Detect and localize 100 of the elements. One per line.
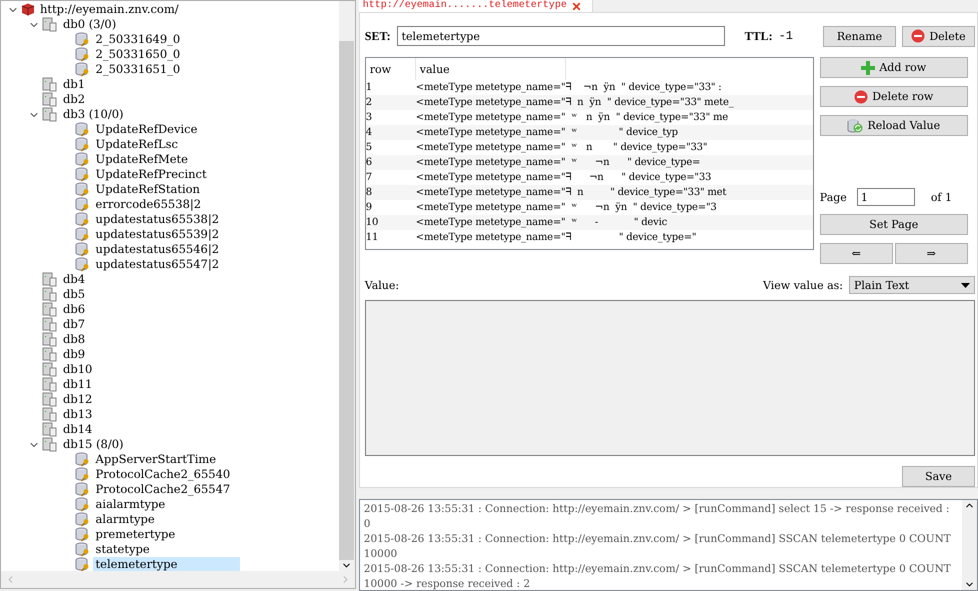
tree-item[interactable]: db15 (8/0) [60,437,128,452]
row-number: 2 [366,97,373,108]
tree-item[interactable]: db10 [60,362,96,377]
action-button[interactable]: Reload Value [820,115,968,136]
scrollbar-thumb[interactable] [339,41,354,560]
database-key-icon [74,527,91,542]
tree-item[interactable]: db12 [60,392,96,407]
log-entry: 2015-08-26 13:55:31 : Connection: http://eyemain.znv.com/ > [runCommand] SSCAN telemetertype 0 COUNT 10000 -> response received : 2 [364,562,952,590]
server-icon [42,437,58,452]
page-total: of 1 [930,190,952,204]
tree-item[interactable]: db5 [60,287,90,302]
action-button[interactable]: Delete row [820,86,968,107]
server-icon [42,17,58,32]
value-cell: <meteType metetype_name=" ʷ - " devic [416,217,667,228]
value-cell: <meteType metetype_name="ᖷ " device_type=" [416,232,696,243]
database-key-icon [74,227,91,242]
tree-item[interactable]: db7 [60,317,90,332]
tree-item[interactable]: aialarmtype [92,497,170,512]
tree-item[interactable]: ProtocolCache2_65547 [92,482,234,497]
tree-item[interactable]: alarmtype [92,512,159,527]
key-name-field[interactable]: telemetertype [396,26,725,46]
server-icon [42,272,58,287]
database-key-icon [74,167,91,182]
server-icon [42,377,58,392]
tree-item[interactable]: updatestatus65538|2 [92,212,224,227]
tree-item[interactable]: db3 (10/0) [60,107,128,122]
tree-item[interactable]: db9 [60,347,90,362]
action-button[interactable]: Add row [820,57,968,78]
value-cell: <meteType metetype_name=" ʷ ¬n " device_type= [416,157,700,168]
database-key-icon [74,32,91,47]
tree-item[interactable]: db11 [60,377,96,392]
row-number: 11 [366,232,380,243]
tree-item[interactable]: 2_50331651_0 [92,62,184,77]
database-key-icon [74,542,91,557]
save-button[interactable]: Save [902,466,975,487]
tree-item[interactable]: AppServerStartTime [92,452,220,467]
tree-item[interactable]: UpdateRefLsc [92,137,182,152]
tree-item[interactable]: db0 (3/0) [60,17,120,32]
value-cell: <meteType metetype_name=" ʷ ¬n ÿn " device_type="3 [416,202,717,213]
tree-item[interactable]: UpdateRefStation [92,182,204,197]
remove-icon [911,29,926,43]
tree-item[interactable]: db14 [60,422,96,437]
ttl-value: -1 [778,29,793,43]
tree-item[interactable]: db4 [60,272,90,287]
row-number: 5 [366,142,373,153]
view-as-dropdown[interactable]: Plain Text [849,276,975,294]
action-button[interactable]: Delete [902,26,975,46]
tree-item[interactable]: ProtocolCache2_65540 [92,467,234,482]
database-key-icon [74,452,91,467]
set-page-button[interactable]: Set Page [820,214,968,235]
server-icon [42,347,58,362]
tree-item[interactable]: UpdateRefPrecinct [92,167,211,182]
server-icon [42,392,58,407]
database-key-icon [74,197,91,212]
server-icon [42,77,58,92]
tree-item[interactable]: telemetertype [92,557,240,571]
tree-item[interactable]: UpdateRefDevice [92,122,202,137]
tree-item[interactable]: 2_50331650_0 [92,47,184,62]
tree-item[interactable]: db13 [60,407,96,422]
page-label: Page [820,190,847,204]
tree-item[interactable]: db1 [60,77,90,92]
editor-tab[interactable]: http://eyemain.......telemetertype [358,0,593,12]
dropdown-caret-icon [961,282,970,288]
value-cell: <meteType metetype_name=" ʷ " device_typ [416,127,678,138]
action-button[interactable]: Rename [823,26,896,46]
server-icon [42,422,58,437]
row-number: 1 [366,82,373,93]
database-key-icon [74,122,91,137]
database-key-icon [74,497,91,512]
server-icon [42,332,58,347]
tree-item[interactable]: db6 [60,302,90,317]
tree-item[interactable]: 2_50331649_0 [92,32,184,47]
log-entry: 2015-08-26 13:55:31 : Connection: http://eyemain.znv.com/ > [runCommand] select 15 -> response received : 0 [364,502,950,532]
tree-item[interactable]: UpdateRefMete [92,152,192,167]
tree-item[interactable]: errorcode65538|2 [92,197,206,212]
tree-item[interactable]: updatestatus65539|2 [92,227,224,242]
value-cell: <meteType metetype_name="ᖷ n ÿn " device_type="33" mete_ [416,97,734,108]
page-nav-button[interactable]: ⇐ [820,243,893,264]
value-cell: <meteType metetype_name=" ʷ n " device_type="33" [416,142,708,153]
page-field[interactable]: 1 [856,188,915,206]
value-label: Value: [364,278,400,292]
cube-stack-icon [21,3,35,16]
page-nav-button[interactable]: ⇒ [894,243,968,264]
log-entry: 2015-08-26 13:55:31 : Connection: http://eyemain.znv.com/ > [runCommand] SSCAN telemetertype 0 COUNT 10000 [364,532,952,562]
tree-item[interactable]: updatestatus65547|2 [92,257,224,272]
row-number: 7 [366,172,373,183]
database-key-icon [74,47,91,62]
tree-item[interactable]: db2 [60,92,90,107]
key-type-label: SET: [364,28,391,44]
database-key-icon [74,152,91,167]
close-icon[interactable] [570,0,582,12]
tree-item[interactable]: premetertype [92,527,180,542]
plus-icon [861,60,876,74]
value-cell: <meteType metetype_name="ᖷ n " device_type="33" met [416,187,726,198]
tree-item[interactable]: updatestatus65546|2 [92,242,224,257]
tree-item[interactable]: db8 [60,332,90,347]
tree-item[interactable]: statetype [92,542,154,557]
server-icon [42,302,58,317]
database-key-icon [74,182,91,197]
tree-item[interactable]: http://eyemain.znv.com/ [37,2,183,17]
